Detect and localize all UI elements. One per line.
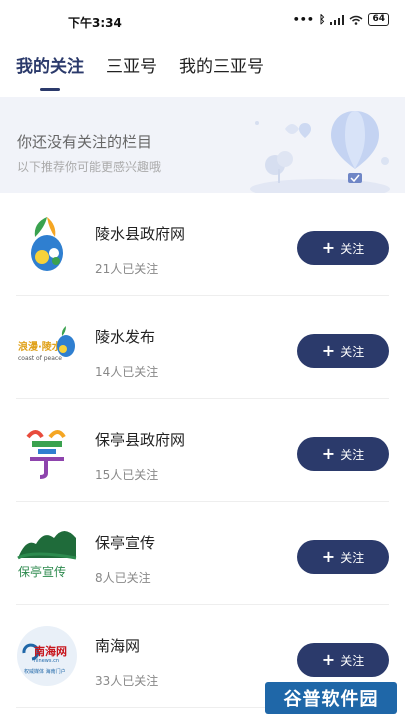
- follow-button[interactable]: + 关注: [297, 334, 389, 368]
- site-watermark: 谷普软件园: [265, 682, 397, 714]
- plus-icon: +: [321, 444, 336, 463]
- baoting-gov-logo: [26, 430, 66, 479]
- signal-dots: •••: [292, 13, 314, 26]
- bluetooth-icon: ᛒ: [318, 13, 326, 26]
- tab-bar: 我的关注 三亚号 我的三亚号: [0, 40, 405, 86]
- svg-text:hinews.cn: hinews.cn: [34, 658, 59, 664]
- status-time: 下午3:34: [68, 16, 122, 30]
- tab-my-follow[interactable]: 我的关注: [16, 50, 84, 77]
- item-follow-count: 14人已关注: [95, 365, 159, 379]
- plus-icon: +: [321, 341, 336, 360]
- banner-title: 你还没有关注的栏目: [17, 133, 153, 151]
- item-follow-count: 8人已关注: [95, 571, 151, 585]
- svg-text:保亭宣传: 保亭宣传: [18, 564, 66, 579]
- hot-air-balloon-illustration: [250, 111, 390, 193]
- follow-button[interactable]: + 关注: [297, 437, 389, 471]
- list-item[interactable]: 陵水县政府网 21人已关注 + 关注: [16, 193, 389, 296]
- lingshui-release-logo: 浪漫·陵水 coast of peace: [18, 326, 75, 362]
- item-follow-count: 33人已关注: [95, 674, 159, 688]
- item-name: 保亭宣传: [95, 534, 156, 552]
- recommend-list: 陵水县政府网 21人已关注 + 关注 浪漫·陵水 coast of peace 陵…: [0, 193, 405, 708]
- item-follow-count: 21人已关注: [95, 262, 159, 276]
- tab-my-sanya-hao[interactable]: 我的三亚号: [179, 50, 264, 77]
- list-item[interactable]: 浪漫·陵水 coast of peace 陵水发布 14人已关注 + 关注: [16, 296, 389, 399]
- nanhai-net-logo: 南海网 hinews.cn 权威媒体 海南门户: [17, 626, 77, 686]
- list-item[interactable]: 保亭县政府网 15人已关注 + 关注: [16, 399, 389, 502]
- item-name: 陵水发布: [95, 328, 156, 346]
- baoting-publicity-logo: 保亭宣传: [17, 531, 77, 579]
- list-item[interactable]: 保亭宣传 保亭宣传 8人已关注 + 关注: [16, 502, 389, 605]
- svg-text:权威媒体 海南门户: 权威媒体 海南门户: [24, 668, 66, 675]
- status-icons: ••• ᛒ 64: [293, 13, 389, 26]
- empty-follow-banner: 你还没有关注的栏目 以下推荐你可能更感兴趣哦: [0, 97, 405, 193]
- svg-text:coast of peace: coast of peace: [18, 355, 62, 362]
- tab-sanya-hao[interactable]: 三亚号: [106, 50, 157, 77]
- follow-button[interactable]: + 关注: [297, 540, 389, 574]
- follow-button[interactable]: + 关注: [297, 231, 389, 265]
- item-name: 陵水县政府网: [95, 225, 186, 243]
- lingshui-gov-logo: [31, 217, 63, 271]
- battery-icon: 64: [368, 13, 389, 26]
- wifi-icon: [349, 15, 363, 25]
- item-name: 保亭县政府网: [95, 431, 186, 449]
- plus-icon: +: [321, 650, 336, 669]
- svg-text:浪漫·陵水: 浪漫·陵水: [18, 340, 63, 353]
- item-follow-count: 15人已关注: [95, 468, 159, 482]
- follow-button[interactable]: + 关注: [297, 643, 389, 677]
- svg-text:南海网: 南海网: [34, 644, 67, 658]
- status-bar: 下午3:34 ••• ᛒ 64: [0, 0, 405, 40]
- plus-icon: +: [321, 238, 336, 257]
- cell-signal-icon: [330, 14, 345, 25]
- plus-icon: +: [321, 547, 336, 566]
- item-name: 南海网: [95, 637, 141, 655]
- banner-subtitle: 以下推荐你可能更感兴趣哦: [17, 160, 162, 174]
